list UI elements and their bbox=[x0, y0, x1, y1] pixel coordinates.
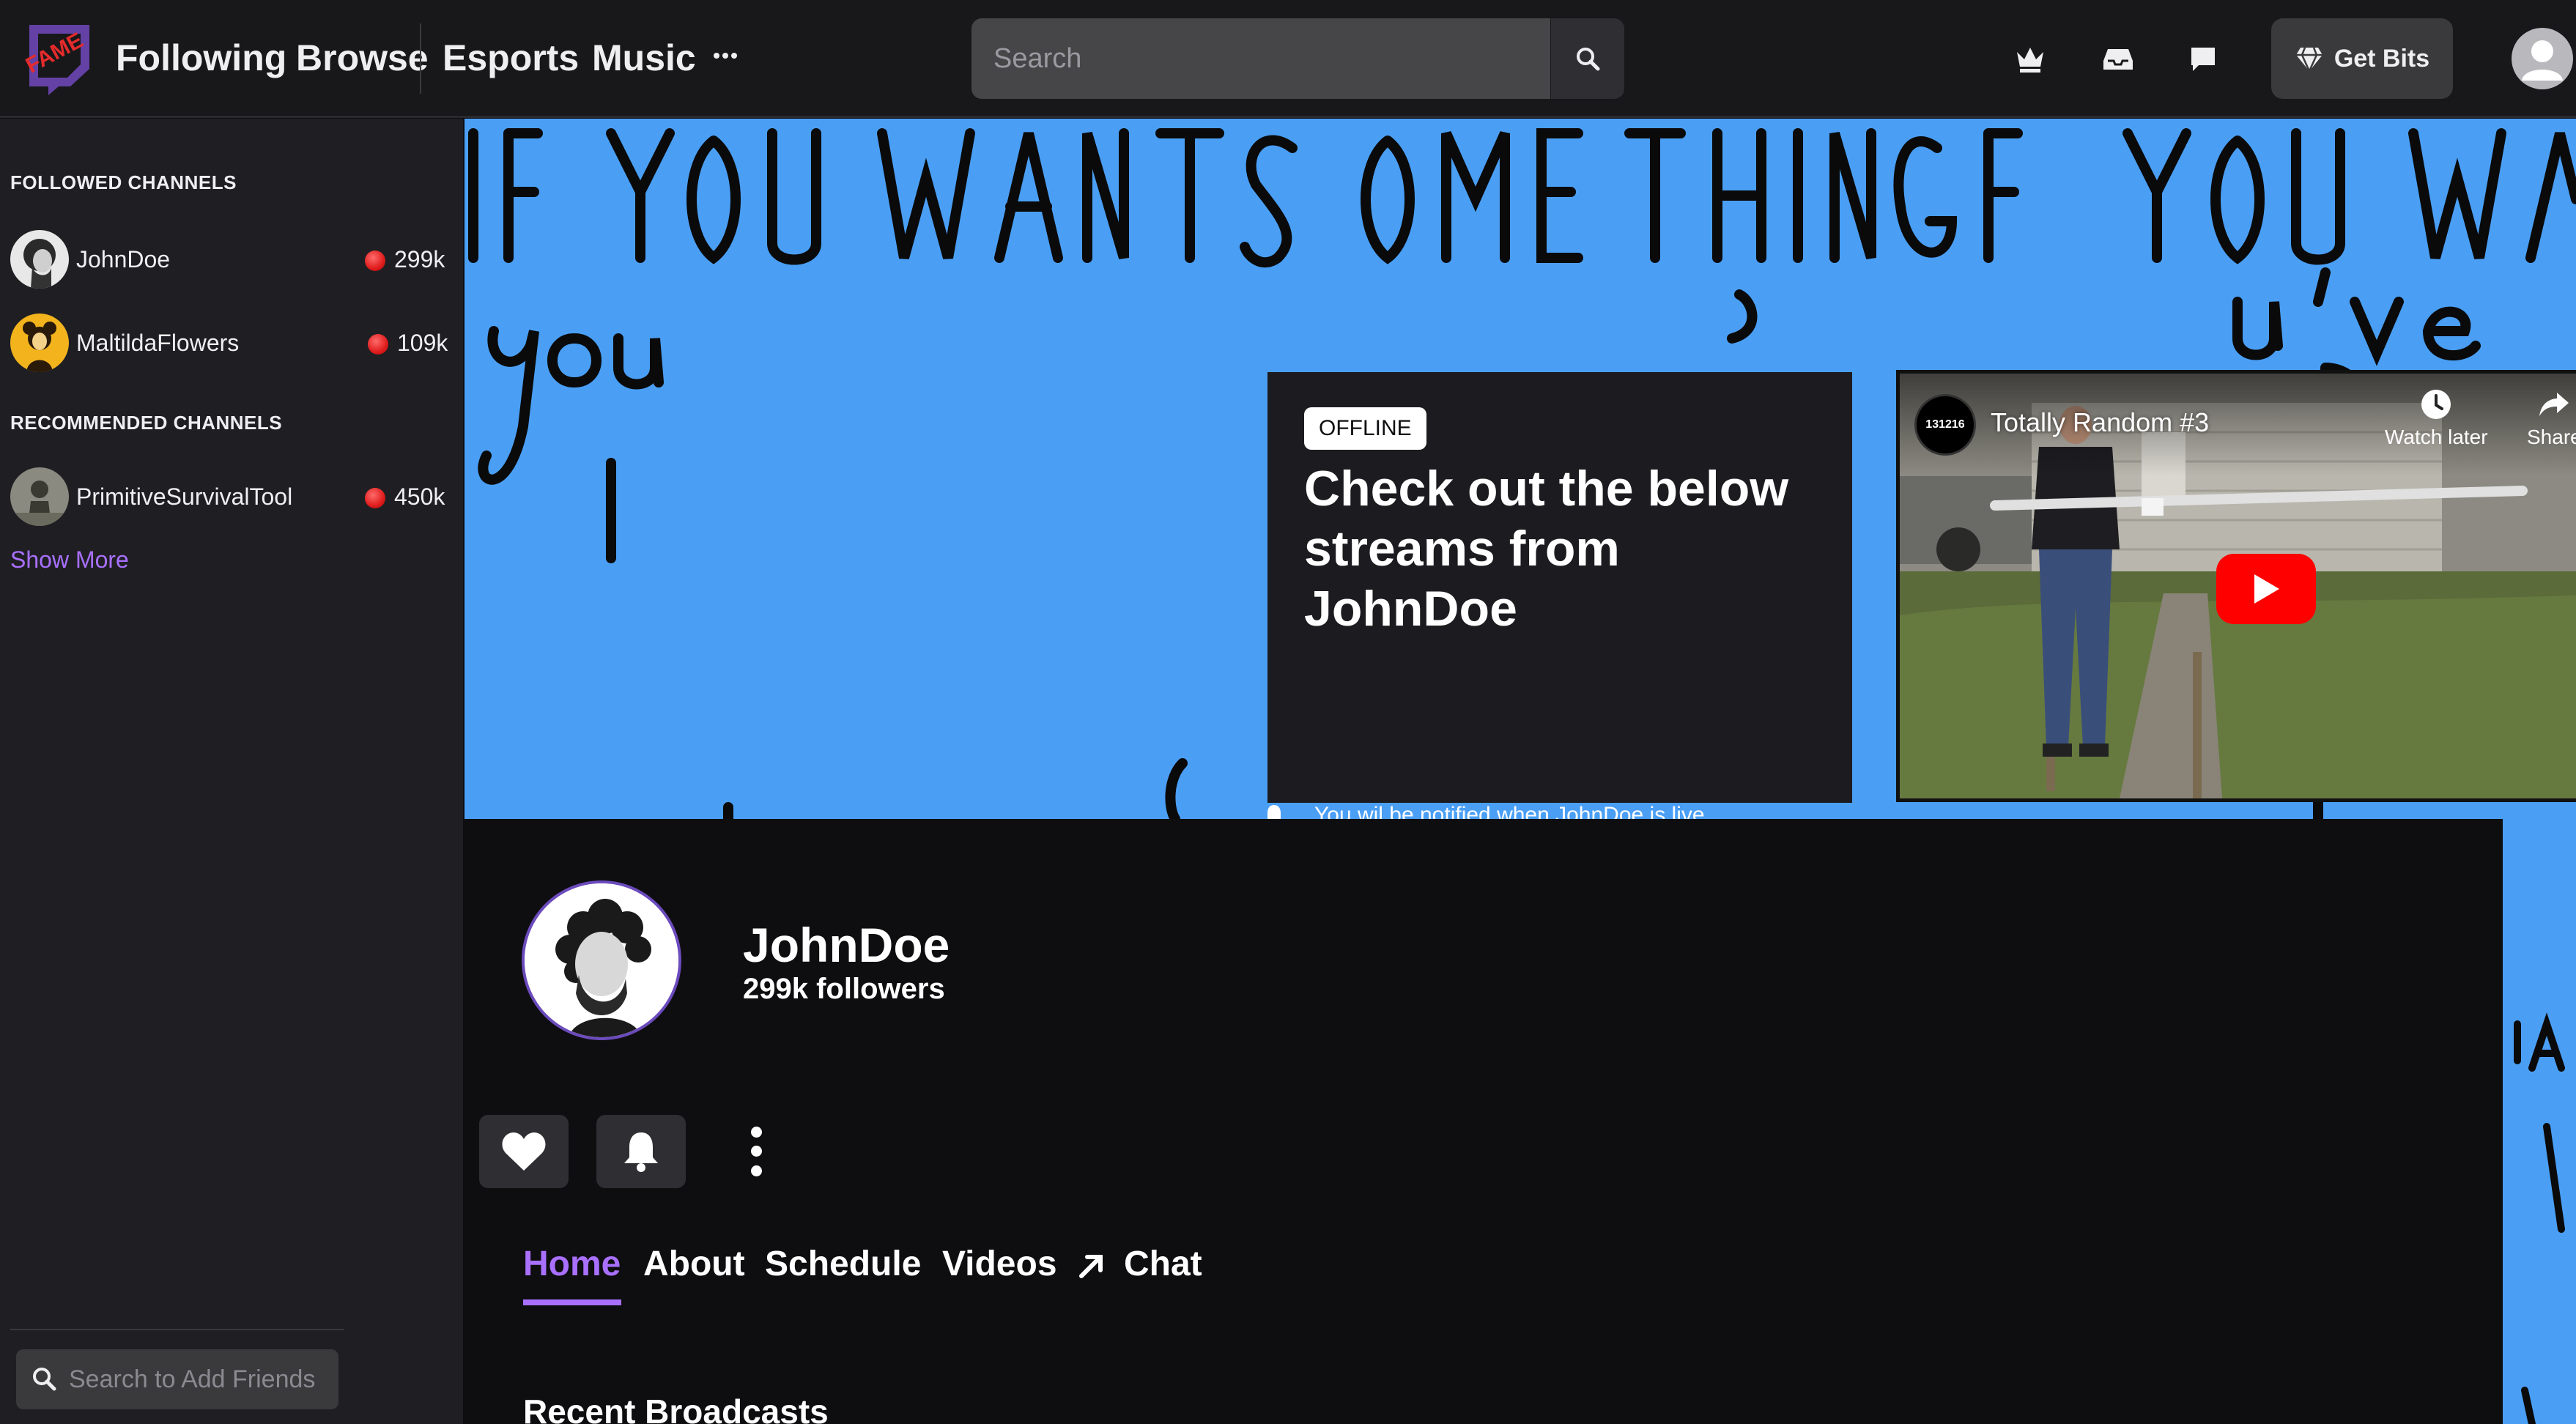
offline-title: Check out the below streams from JohnDoe bbox=[1304, 461, 1789, 637]
notifications-button[interactable] bbox=[596, 1115, 686, 1188]
channel-avatar[interactable] bbox=[522, 880, 681, 1040]
sidebar-divider bbox=[10, 1329, 344, 1330]
channel-name: JohnDoe bbox=[743, 918, 950, 972]
nav-browse[interactable]: Browse bbox=[296, 37, 429, 79]
top-navigation-bar: FAME Following Browse Esports Music Sear… bbox=[0, 0, 2576, 118]
follow-button[interactable] bbox=[479, 1115, 569, 1188]
play-button[interactable] bbox=[2216, 554, 2316, 624]
watch-later-button[interactable]: Watch later bbox=[2385, 388, 2488, 449]
whispers-button[interactable] bbox=[2183, 40, 2223, 79]
watch-later-label: Watch later bbox=[2385, 426, 2488, 448]
share-label: Share bbox=[2527, 426, 2576, 448]
sidebar-channel-name: PrimitiveSurvivalTool bbox=[76, 483, 293, 510]
offline-card: OFFLINE Check out the below streams from… bbox=[1267, 372, 1852, 803]
clock-icon bbox=[2421, 390, 2451, 419]
sidebar-channel-primitivesurvivaltool[interactable]: PrimitiveSurvivalTool 450k bbox=[0, 460, 463, 533]
tab-schedule[interactable]: Schedule bbox=[765, 1244, 921, 1284]
followed-channels-heading: FOLLOWED CHANNELS bbox=[10, 171, 237, 193]
get-bits-label: Get Bits bbox=[2333, 44, 2430, 73]
chat-bubble-icon bbox=[2191, 48, 2215, 71]
crown-icon bbox=[2017, 48, 2043, 73]
tab-chat[interactable]: Chat bbox=[1124, 1244, 1202, 1284]
share-button[interactable]: Share bbox=[2527, 388, 2576, 449]
nav-esports[interactable]: Esports bbox=[443, 37, 579, 79]
sidebar: FOLLOWED CHANNELS JohnDoe 299k MaltildaF… bbox=[0, 119, 463, 1424]
user-silhouette-icon bbox=[2522, 40, 2563, 81]
bell-icon bbox=[1267, 805, 1281, 819]
avatar bbox=[10, 467, 69, 526]
follower-count: 299k followers bbox=[743, 973, 945, 1005]
recent-broadcasts-heading: Recent Broadcasts bbox=[523, 1393, 829, 1424]
channel-header: JohnDoe 299k followers Home About Schedu… bbox=[465, 819, 2503, 1424]
banner-edge-artwork bbox=[2503, 819, 2576, 1424]
nav-music[interactable]: Music bbox=[592, 37, 696, 79]
search-input[interactable] bbox=[971, 18, 1550, 99]
youtube-video-embed[interactable]: 131216 Totally Random #3 Watch later Sha… bbox=[1896, 370, 2576, 802]
sidebar-channel-name: JohnDoe bbox=[76, 246, 171, 272]
live-indicator-icon bbox=[368, 334, 388, 355]
tab-home[interactable]: Home bbox=[523, 1244, 621, 1284]
avatar bbox=[10, 314, 69, 372]
sidebar-channel-name: MaltildaFlowers bbox=[76, 330, 240, 356]
bell-icon bbox=[624, 1132, 658, 1172]
external-link-arrow-icon[interactable] bbox=[1077, 1251, 1106, 1280]
live-indicator-icon bbox=[365, 488, 385, 508]
video-title[interactable]: Totally Random #3 bbox=[1991, 407, 2209, 438]
fame-logo[interactable]: FAME bbox=[22, 21, 95, 95]
search-icon bbox=[33, 1368, 56, 1391]
recommended-channels-heading: RECOMMENDED CHANNELS bbox=[10, 412, 283, 434]
inbox-button[interactable] bbox=[2098, 40, 2138, 79]
active-tab-indicator bbox=[523, 1299, 621, 1305]
sidebar-viewer-count: 450k bbox=[394, 483, 445, 510]
prime-crown-button[interactable] bbox=[2010, 40, 2050, 79]
inbox-icon bbox=[2103, 49, 2133, 70]
tab-videos[interactable]: Videos bbox=[942, 1244, 1057, 1284]
notify-text: You wil be notified when JohnDoe is live bbox=[1314, 803, 1705, 819]
play-icon bbox=[2254, 574, 2279, 604]
gem-icon bbox=[2295, 47, 2323, 73]
nav-following[interactable]: Following bbox=[116, 37, 286, 79]
offline-badge: OFFLINE bbox=[1304, 407, 1426, 450]
more-horizontal-icon[interactable] bbox=[711, 41, 740, 70]
sidebar-viewer-count: 299k bbox=[394, 246, 445, 272]
search-button[interactable] bbox=[1551, 18, 1624, 99]
live-indicator-icon bbox=[365, 251, 385, 271]
sidebar-viewer-count: 109k bbox=[397, 330, 448, 356]
video-channel-avatar[interactable]: 131216 bbox=[1914, 394, 1976, 456]
heart-icon bbox=[502, 1132, 546, 1171]
sidebar-channel-johndoe[interactable]: JohnDoe 299k bbox=[0, 223, 463, 296]
nav-divider bbox=[420, 23, 421, 94]
user-avatar[interactable] bbox=[2512, 28, 2573, 89]
search-icon bbox=[1577, 48, 1600, 71]
show-more-link[interactable]: Show More bbox=[10, 546, 129, 574]
tab-about[interactable]: About bbox=[643, 1244, 745, 1284]
channel-banner: OFFLINE Check out the below streams from… bbox=[465, 119, 2576, 819]
more-options-icon[interactable] bbox=[741, 1122, 771, 1181]
search-friends-input[interactable] bbox=[16, 1349, 338, 1409]
get-bits-button[interactable]: Get Bits bbox=[2271, 18, 2453, 99]
sidebar-channel-maltildaflowers[interactable]: MaltildaFlowers 109k bbox=[0, 306, 463, 379]
avatar bbox=[10, 230, 69, 289]
share-arrow-icon bbox=[2539, 393, 2569, 416]
notify-message: You wil be notified when JohnDoe is live bbox=[1263, 803, 1705, 819]
